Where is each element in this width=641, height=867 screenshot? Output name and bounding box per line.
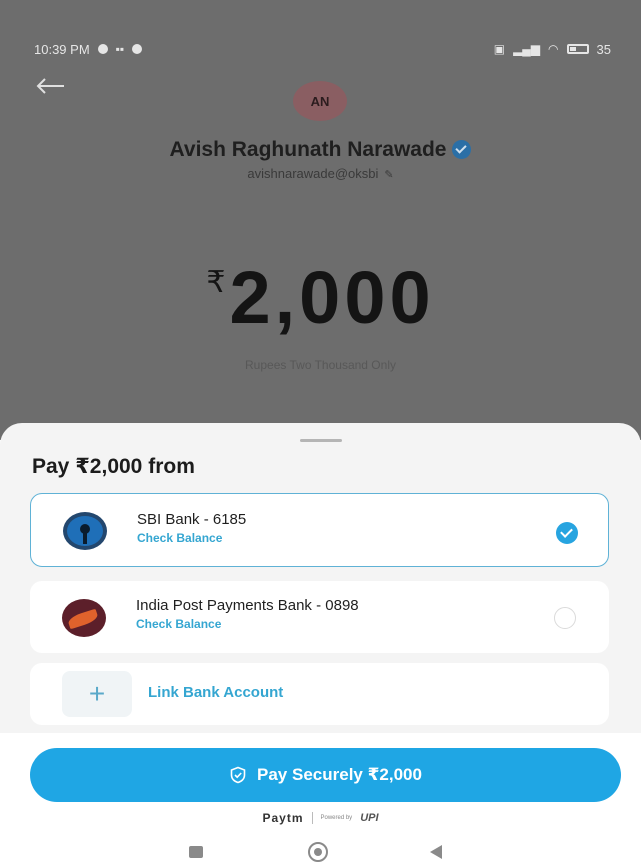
avatar-initials: AN (310, 93, 330, 109)
footer-branding: Paytm Powered by UPI (0, 811, 641, 825)
sim-icon: ▣ (493, 42, 506, 56)
back-triangle-icon[interactable] (430, 845, 442, 859)
bank-name: SBI Bank - 6185 (137, 511, 247, 528)
recents-icon[interactable] (189, 846, 203, 858)
link-bank-account-label: Link Bank Account (148, 684, 284, 701)
brand-divider (311, 812, 313, 824)
bank-account-ippb[interactable]: India Post Payments Bank - 0898 Check Ba… (30, 581, 609, 653)
wifi-icon: ◠ (548, 42, 559, 56)
signal-icon: ▂▄▆ (513, 42, 541, 56)
status-bar: 10:39 PM ▪▪ ▣ ▂▄▆ ◠ 35 (0, 0, 641, 70)
check-balance-link[interactable]: Check Balance (137, 531, 222, 545)
pay-button-label: Pay Securely ₹2,000 (257, 765, 422, 784)
pay-securely-button[interactable]: Pay Securely ₹2,000 (30, 748, 621, 802)
payee-upi-row: avishnarawade@oksbi ✎ (0, 166, 641, 181)
edit-pencil-icon[interactable]: ✎ (384, 169, 393, 181)
status-right: ▣ ▂▄▆ ◠ 35 (494, 28, 611, 70)
sheet-drag-handle[interactable] (300, 439, 342, 442)
payee-upi-id: avishnarawade@oksbi (247, 166, 379, 181)
bank-name: India Post Payments Bank - 0898 (136, 597, 359, 614)
notification-icon: ▪▪ (115, 42, 125, 56)
sheet-title: Pay ₹2,000 from (32, 455, 195, 478)
android-nav-bar (0, 835, 641, 867)
plus-icon: + (62, 671, 132, 717)
payee-name-row: Avish Raghunath Narawade (0, 138, 641, 162)
battery-level: 35 (596, 41, 611, 57)
back-arrow-icon[interactable] (36, 76, 66, 96)
verified-icon (452, 140, 472, 159)
amount-in-words: Rupees Two Thousand Only (245, 358, 396, 372)
bank-account-sbi[interactable]: SBI Bank - 6185 Check Balance (30, 493, 609, 567)
status-left: 10:39 PM ▪▪ (34, 28, 143, 70)
link-bank-account-button[interactable]: + Link Bank Account (30, 663, 609, 725)
sbi-logo-icon (63, 512, 107, 550)
shield-check-icon (230, 766, 246, 784)
amount-value: 2,000 (229, 256, 435, 339)
payee-avatar: AN (293, 81, 347, 121)
status-time: 10:39 PM (34, 41, 90, 57)
currency-symbol: ₹ (206, 266, 226, 299)
settings-icon (132, 44, 143, 54)
powered-by-label: Powered by (320, 815, 353, 821)
whatsapp-icon (97, 44, 108, 54)
battery-icon (566, 44, 589, 54)
ippb-logo-icon (62, 599, 106, 637)
home-icon[interactable] (308, 842, 328, 862)
check-balance-link[interactable]: Check Balance (136, 617, 221, 631)
selected-check-icon[interactable] (556, 522, 578, 544)
amount-display: ₹ 2,000 (0, 255, 641, 340)
unselected-radio[interactable] (554, 607, 576, 629)
payee-name: Avish Raghunath Narawade (169, 138, 447, 161)
upi-logo: UPI (360, 812, 379, 824)
paytm-logo: Paytm (262, 811, 304, 825)
